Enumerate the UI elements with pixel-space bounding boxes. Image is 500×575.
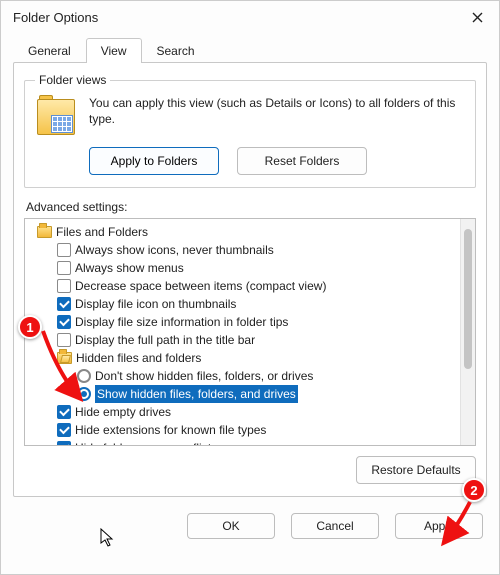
option-display-full-path-titlebar[interactable]: Display the full path in the title bar <box>27 331 458 349</box>
checkbox-icon[interactable] <box>57 279 71 293</box>
window-title: Folder Options <box>13 10 463 25</box>
scrollbar-thumb[interactable] <box>464 229 472 369</box>
apply-to-folders-button[interactable]: Apply to Folders <box>89 147 219 175</box>
radio-show-hidden[interactable]: Show hidden files, folders, and drives <box>27 385 458 403</box>
tabstrip: General View Search <box>1 33 499 62</box>
checkbox-icon[interactable] <box>57 243 71 257</box>
radio-icon[interactable] <box>77 387 91 401</box>
tree-label: Hide extensions for known file types <box>75 421 266 439</box>
option-hide-merge-conflicts[interactable]: Hide folder merge conflicts <box>27 439 458 445</box>
folder-open-icon <box>57 352 72 364</box>
folder-icon <box>37 226 52 238</box>
advanced-settings-content: Files and Folders Always show icons, nev… <box>25 219 460 445</box>
tree-label: Don't show hidden files, folders, or dri… <box>95 367 313 385</box>
checkbox-icon[interactable] <box>57 441 71 445</box>
option-hide-empty-drives[interactable]: Hide empty drives <box>27 403 458 421</box>
checkbox-icon[interactable] <box>57 405 71 419</box>
tab-search[interactable]: Search <box>142 38 210 63</box>
option-always-show-menus[interactable]: Always show menus <box>27 259 458 277</box>
tree-group-files-and-folders[interactable]: Files and Folders <box>27 223 458 241</box>
tree-label-selected: Show hidden files, folders, and drives <box>95 385 298 403</box>
tree-label: Always show icons, never thumbnails <box>75 241 274 259</box>
tab-view[interactable]: View <box>86 38 142 63</box>
tree-group-hidden-files[interactable]: Hidden files and folders <box>27 349 458 367</box>
checkbox-icon[interactable] <box>57 423 71 437</box>
advanced-settings-label: Advanced settings: <box>26 200 476 214</box>
option-hide-extensions[interactable]: Hide extensions for known file types <box>27 421 458 439</box>
close-icon <box>472 12 483 23</box>
tree-label: Always show menus <box>75 259 184 277</box>
tree-label: Display the full path in the title bar <box>75 331 255 349</box>
radio-dont-show-hidden[interactable]: Don't show hidden files, folders, or dri… <box>27 367 458 385</box>
option-always-show-icons[interactable]: Always show icons, never thumbnails <box>27 241 458 259</box>
option-display-file-icon-thumbnails[interactable]: Display file icon on thumbnails <box>27 295 458 313</box>
restore-defaults-button[interactable]: Restore Defaults <box>356 456 476 484</box>
close-button[interactable] <box>463 5 491 29</box>
checkbox-icon[interactable] <box>57 315 71 329</box>
ok-button[interactable]: OK <box>187 513 275 539</box>
folder-views-group: Folder views You can apply this view (su… <box>24 73 476 188</box>
tree-label: Hide empty drives <box>75 403 171 421</box>
apply-button[interactable]: Apply <box>395 513 483 539</box>
tree-label: Decrease space between items (compact vi… <box>75 277 326 295</box>
checkbox-icon[interactable] <box>57 261 71 275</box>
advanced-settings-tree[interactable]: Files and Folders Always show icons, nev… <box>24 218 476 446</box>
checkbox-icon[interactable] <box>57 297 71 311</box>
folder-view-icon <box>35 95 77 137</box>
checkbox-icon[interactable] <box>57 333 71 347</box>
option-display-file-size-tips[interactable]: Display file size information in folder … <box>27 313 458 331</box>
tree-label: Files and Folders <box>56 223 148 241</box>
tab-general[interactable]: General <box>13 38 86 63</box>
scrollbar[interactable] <box>460 219 475 445</box>
tree-label: Hide folder merge conflicts <box>75 439 217 445</box>
option-compact-view[interactable]: Decrease space between items (compact vi… <box>27 277 458 295</box>
reset-folders-button[interactable]: Reset Folders <box>237 147 367 175</box>
tree-label: Display file size information in folder … <box>75 313 288 331</box>
cancel-button[interactable]: Cancel <box>291 513 379 539</box>
folder-options-dialog: Folder Options General View Search Folde… <box>0 0 500 575</box>
titlebar: Folder Options <box>1 1 499 33</box>
tree-label: Display file icon on thumbnails <box>75 295 236 313</box>
radio-icon[interactable] <box>77 369 91 383</box>
tab-body-view: Folder views You can apply this view (su… <box>13 62 487 497</box>
folder-views-text: You can apply this view (such as Details… <box>89 95 465 127</box>
tree-label: Hidden files and folders <box>76 349 201 367</box>
folder-views-legend: Folder views <box>35 73 110 87</box>
dialog-footer: OK Cancel Apply <box>1 497 499 555</box>
